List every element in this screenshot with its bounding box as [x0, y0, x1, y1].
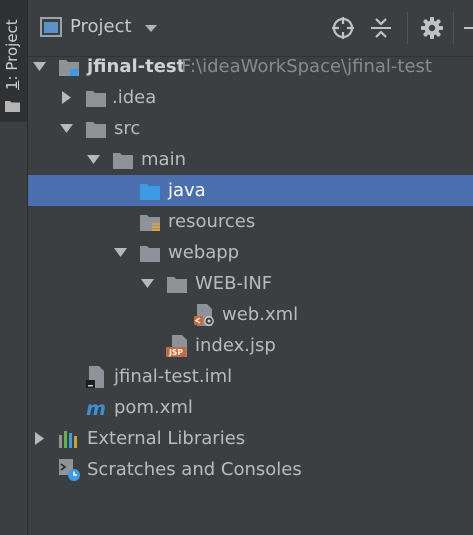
tree-item-label: index.jsp: [195, 335, 276, 356]
header-separator: [453, 12, 454, 44]
expanded-arrow-icon[interactable]: [33, 60, 46, 73]
module-folder-icon: [59, 60, 79, 76]
tool-window-strip: 1: Project: [0, 0, 28, 535]
jsp-file-icon: JSP: [166, 335, 187, 357]
tree-item-label: Scratches and Consoles: [87, 459, 302, 480]
tree-row-idea[interactable]: .idea: [28, 82, 473, 113]
project-view-title[interactable]: Project: [70, 16, 132, 37]
tree-item-label: src: [114, 118, 141, 139]
tree-item-label: pom.xml: [114, 397, 193, 418]
locate-icon[interactable]: [331, 16, 355, 40]
tree-row-pom[interactable]: m pom.xml: [28, 392, 473, 423]
tree-item-label: .idea: [112, 87, 157, 108]
tree-row-webinf[interactable]: WEB-INF: [28, 268, 473, 299]
tree-row-iml[interactable]: jfinal-test.iml: [28, 361, 473, 392]
tree-row-root[interactable]: jfinal-test F:\ideaWorkSpace\jfinal-test: [28, 51, 473, 82]
header-separator: [407, 12, 408, 44]
resources-folder-icon: [140, 215, 160, 231]
tree-item-label: java: [168, 180, 206, 201]
tree-row-webapp[interactable]: webapp: [28, 237, 473, 268]
project-header: Project: [28, 0, 473, 57]
svg-text:JSP: JSP: [168, 348, 183, 357]
expanded-arrow-icon[interactable]: [141, 277, 154, 290]
folder-icon: [5, 101, 20, 112]
expanded-arrow-icon[interactable]: [114, 246, 127, 259]
hide-icon[interactable]: [462, 16, 473, 40]
tree-row-webxml[interactable]: web.xml: [28, 299, 473, 330]
tree-row-main[interactable]: main: [28, 144, 473, 175]
tree-row-indexjsp[interactable]: JSP index.jsp: [28, 330, 473, 361]
root-module-name: jfinal-test: [87, 56, 186, 77]
svg-text:m: m: [86, 398, 106, 418]
collapsed-arrow-icon[interactable]: [60, 91, 73, 104]
expanded-arrow-icon[interactable]: [60, 122, 73, 135]
tree-row-resources[interactable]: resources: [28, 206, 473, 237]
tree-item-label: webapp: [168, 242, 240, 263]
tree-row-java[interactable]: java: [28, 175, 473, 206]
iml-file-icon: [86, 366, 104, 388]
project-tool-tab-label: 1: Project: [3, 19, 21, 90]
xml-file-icon: [194, 304, 214, 326]
scratches-icon: [59, 459, 80, 481]
tree-item-label: main: [141, 149, 186, 170]
tree-item-label: jfinal-test.iml: [114, 366, 233, 387]
gear-icon[interactable]: [420, 16, 444, 40]
folder-icon: [140, 246, 160, 262]
folder-icon: [86, 91, 106, 107]
expanded-arrow-icon[interactable]: [87, 153, 100, 166]
caret-down-icon[interactable]: [144, 24, 158, 34]
folder-icon: [167, 277, 187, 293]
tree-row-scratches[interactable]: Scratches and Consoles: [28, 454, 473, 485]
tree-item-label: resources: [168, 211, 256, 232]
project-tool-tab[interactable]: 1: Project: [0, 0, 27, 122]
libraries-icon: [59, 431, 77, 448]
tree-row-src[interactable]: src: [28, 113, 473, 144]
tree-item-label: web.xml: [222, 304, 299, 325]
collapsed-arrow-icon[interactable]: [33, 432, 46, 445]
root-module-path: F:\ideaWorkSpace\jfinal-test: [181, 56, 432, 77]
project-view-icon: [40, 17, 62, 37]
folder-icon: [113, 153, 133, 169]
tree-item-label: External Libraries: [87, 428, 246, 449]
folder-icon: [86, 122, 106, 138]
tree-row-external-libraries[interactable]: External Libraries: [28, 423, 473, 454]
maven-icon: m: [86, 398, 106, 418]
tree-item-label: WEB-INF: [195, 273, 273, 294]
collapse-all-icon[interactable]: [369, 16, 393, 40]
source-folder-icon: [140, 184, 160, 200]
